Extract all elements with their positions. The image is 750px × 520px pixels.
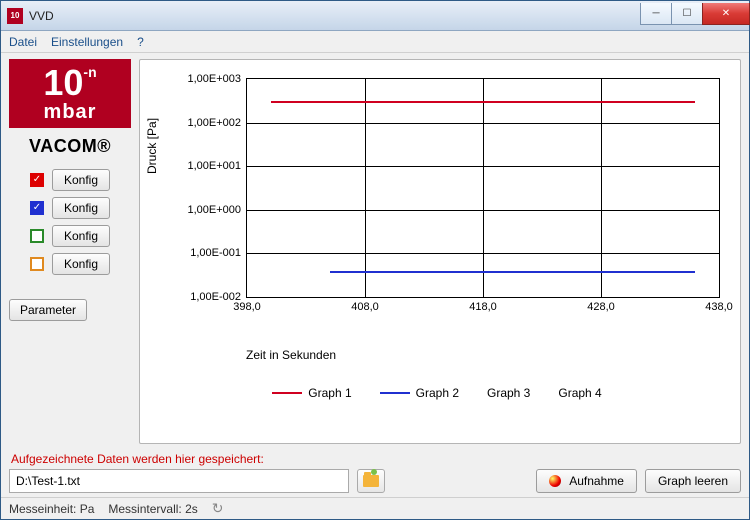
- x-axis-label: Zeit in Sekunden: [246, 348, 728, 362]
- channel-row-1: Konfig: [9, 169, 131, 191]
- legend-label: Graph 2: [416, 386, 459, 400]
- plot-panel: Druck [Pa] 1,00E+0031,00E+0021,00E+0011,…: [139, 59, 741, 444]
- channel-row-2: Konfig: [9, 197, 131, 219]
- x-tick: 398,0: [233, 301, 261, 313]
- sidebar: 10-n mbar VACOM® Konfig Konfig Konfig: [9, 59, 131, 444]
- legend-label: Graph 3: [487, 386, 530, 400]
- series-line: [271, 101, 696, 103]
- logo-exp: -n: [83, 64, 96, 80]
- logo-ten: 10: [43, 62, 83, 103]
- legend-label: Graph 4: [558, 386, 601, 400]
- save-path-input[interactable]: D:\Test-1.txt: [9, 469, 349, 493]
- menu-settings[interactable]: Einstellungen: [51, 35, 123, 49]
- minimize-button[interactable]: ─: [640, 3, 672, 25]
- record-icon: [549, 475, 561, 487]
- channel-checkbox-4[interactable]: [30, 257, 44, 271]
- window-title: VVD: [29, 9, 54, 23]
- y-tick: 1,00E+001: [187, 160, 241, 172]
- plot-grid: 1,00E+0031,00E+0021,00E+0011,00E+0001,00…: [246, 78, 720, 298]
- record-button[interactable]: Aufnahme: [536, 469, 637, 493]
- config-button-2[interactable]: Konfig: [52, 197, 110, 219]
- maximize-button[interactable]: ☐: [671, 3, 703, 25]
- legend-item: Graph 4: [558, 386, 601, 400]
- legend: Graph 1 Graph 2 Graph 3 Graph 4: [146, 386, 728, 400]
- legend-item: Graph 3: [487, 386, 530, 400]
- statusbar: Messeinheit: Pa Messintervall: 2s ↻: [1, 497, 749, 519]
- status-unit: Messeinheit: Pa: [9, 502, 94, 516]
- titlebar[interactable]: 10 VVD ─ ☐ ✕: [1, 1, 749, 31]
- menu-help[interactable]: ?: [137, 35, 144, 49]
- client-area: 10-n mbar VACOM® Konfig Konfig Konfig: [1, 53, 749, 497]
- brand-logo: 10-n mbar: [9, 59, 131, 128]
- brand-text: VACOM®: [29, 136, 111, 157]
- status-interval: Messintervall: 2s: [108, 502, 197, 516]
- folder-open-icon: [363, 475, 379, 487]
- browse-button[interactable]: [357, 469, 385, 493]
- close-button[interactable]: ✕: [702, 3, 750, 25]
- channel-row-4: Konfig: [9, 253, 131, 275]
- plot-area: Druck [Pa] 1,00E+0031,00E+0021,00E+0011,…: [206, 70, 728, 320]
- save-section: Aufgezeichnete Daten werden hier gespeic…: [9, 448, 741, 493]
- config-button-1[interactable]: Konfig: [52, 169, 110, 191]
- clear-graph-label: Graph leeren: [658, 474, 728, 488]
- app-window: 10 VVD ─ ☐ ✕ Datei Einstellungen ? 10-n …: [0, 0, 750, 520]
- legend-swatch: [272, 392, 302, 394]
- app-icon: 10: [7, 8, 23, 24]
- x-tick: 408,0: [351, 301, 379, 313]
- window-controls: ─ ☐ ✕: [641, 3, 750, 25]
- menu-file[interactable]: Datei: [9, 35, 37, 49]
- legend-item: Graph 2: [380, 386, 459, 400]
- save-label: Aufgezeichnete Daten werden hier gespeic…: [11, 452, 741, 466]
- refresh-icon[interactable]: ↻: [212, 500, 224, 517]
- config-button-3[interactable]: Konfig: [52, 225, 110, 247]
- legend-label: Graph 1: [308, 386, 351, 400]
- channel-row-3: Konfig: [9, 225, 131, 247]
- y-tick: 1,00E+003: [187, 73, 241, 85]
- x-tick: 428,0: [587, 301, 615, 313]
- channel-checkbox-1[interactable]: [30, 173, 44, 187]
- clear-graph-button[interactable]: Graph leeren: [645, 469, 741, 493]
- x-tick: 438,0: [705, 301, 733, 313]
- menubar: Datei Einstellungen ?: [1, 31, 749, 53]
- y-axis-label: Druck [Pa]: [145, 118, 159, 174]
- logo-unit: mbar: [9, 101, 131, 124]
- channel-checkbox-2[interactable]: [30, 201, 44, 215]
- series-line: [330, 271, 696, 273]
- channel-checkbox-3[interactable]: [30, 229, 44, 243]
- parameter-button[interactable]: Parameter: [9, 299, 87, 321]
- main-row: 10-n mbar VACOM® Konfig Konfig Konfig: [9, 59, 741, 444]
- y-tick: 1,00E+002: [187, 117, 241, 129]
- record-label: Aufnahme: [569, 474, 624, 488]
- legend-swatch: [380, 392, 410, 394]
- x-tick: 418,0: [469, 301, 497, 313]
- save-path-text: D:\Test-1.txt: [16, 474, 80, 488]
- y-tick: 1,00E+000: [187, 204, 241, 216]
- legend-item: Graph 1: [272, 386, 351, 400]
- y-tick: 1,00E-001: [190, 247, 241, 259]
- config-button-4[interactable]: Konfig: [52, 253, 110, 275]
